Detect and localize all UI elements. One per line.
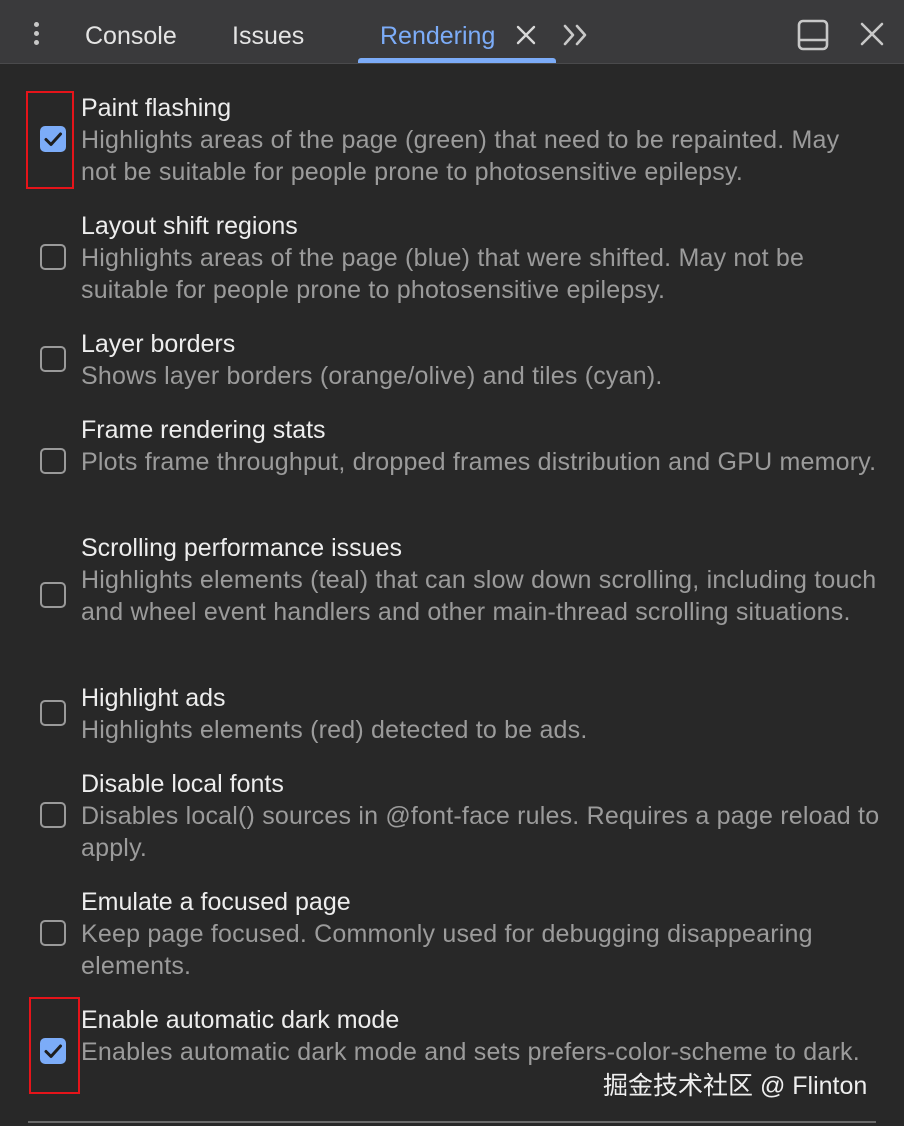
- tab-issues[interactable]: Issues: [232, 16, 304, 56]
- option-description: Highlights areas of the page (green) tha…: [81, 126, 840, 186]
- double-chevron-right-icon[interactable]: [561, 20, 593, 50]
- option-description: Keep page focused. Commonly used for deb…: [81, 920, 813, 980]
- devtools-tabbar: Console Issues Rendering: [0, 0, 904, 64]
- option-title: Layout shift regions: [81, 212, 298, 240]
- annotation-highlight-box: [26, 91, 74, 189]
- option-description: Disables local() sources in @font-face r…: [81, 802, 880, 862]
- option-title: Frame rendering stats: [81, 416, 326, 444]
- option-title: Paint flashing: [81, 94, 232, 122]
- disable-local-fonts-checkbox[interactable]: [40, 802, 66, 828]
- tab-rendering[interactable]: Rendering: [380, 16, 495, 56]
- option-description: Plots frame throughput, dropped frames d…: [81, 448, 877, 476]
- option-description: Shows layer borders (orange/olive) and t…: [81, 362, 663, 390]
- tab-console[interactable]: Console: [85, 16, 177, 56]
- option-title: Scrolling performance issues: [81, 534, 402, 562]
- layout-shift-regions-checkbox[interactable]: [40, 244, 66, 270]
- dock-side-icon[interactable]: [796, 18, 830, 52]
- highlight-ads-checkbox[interactable]: [40, 700, 66, 726]
- option-title: Layer borders: [81, 330, 236, 358]
- option-description: Highlights elements (red) detected to be…: [81, 716, 588, 744]
- option-title: Highlight ads: [81, 684, 226, 712]
- option-description: Highlights areas of the page (blue) that…: [81, 244, 805, 304]
- option-title: Disable local fonts: [81, 770, 284, 798]
- annotation-highlight-box: [29, 997, 80, 1094]
- active-tab-indicator: [358, 58, 556, 63]
- option-description: Enables automatic dark mode and sets pre…: [81, 1038, 860, 1066]
- kebab-menu-icon[interactable]: [24, 16, 48, 50]
- divider: [28, 1121, 876, 1123]
- option-title: Enable automatic dark mode: [81, 1006, 400, 1034]
- option-description: Highlights elements (teal) that can slow…: [81, 566, 877, 626]
- scrolling-performance-issues-checkbox[interactable]: [40, 582, 66, 608]
- option-title: Emulate a focused page: [81, 888, 351, 916]
- emulate-focused-page-checkbox[interactable]: [40, 920, 66, 946]
- layer-borders-checkbox[interactable]: [40, 346, 66, 372]
- close-icon[interactable]: [858, 20, 886, 48]
- frame-rendering-stats-checkbox[interactable]: [40, 448, 66, 474]
- tab-close-icon[interactable]: [513, 22, 539, 48]
- watermark: 掘金技术社区 @ Flinton: [603, 1072, 868, 1100]
